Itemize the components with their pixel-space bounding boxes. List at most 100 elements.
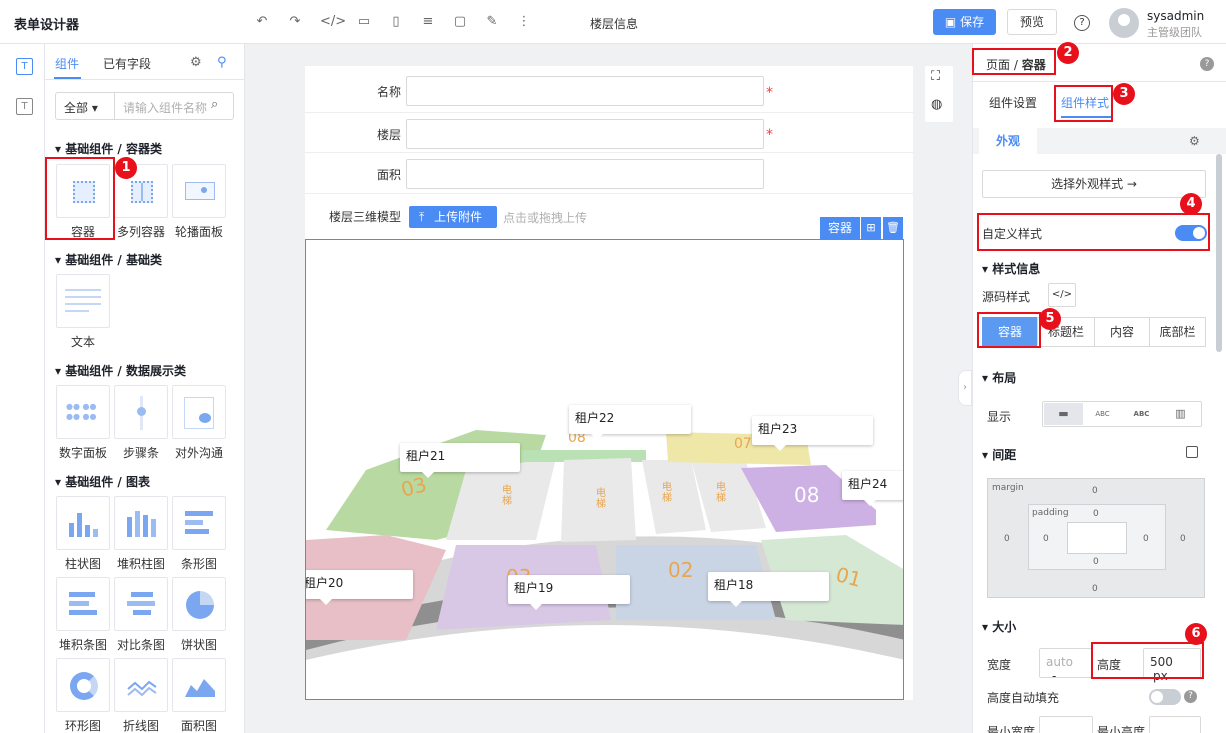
layout-title[interactable]: ▾ 布局 [982,369,1016,386]
upload-button[interactable]: ⤒ 上传附件 [409,206,497,228]
gear-icon[interactable]: ⚙ [190,55,202,70]
pin-icon[interactable]: ⚲ [217,55,227,70]
display-block-option[interactable]: ▬ [1044,403,1083,425]
category-title[interactable]: ▾ 基础组件 / 图表 [55,473,150,490]
tenant-label[interactable]: 租户24 [842,471,903,506]
component-stacked-hbar[interactable]: 堆积条图 [56,577,110,653]
padding-bottom-value[interactable]: 0 [1093,557,1099,567]
search-icon[interactable]: ⌕ [211,97,218,112]
component-stacked-bar[interactable]: 堆积柱图 [114,496,168,572]
tenant-label[interactable]: 租户23 [752,416,873,451]
margin-left-value[interactable]: 0 [1004,534,1010,544]
palette-icon[interactable]: ◍ [931,97,942,112]
margin-right-value[interactable]: 0 [1180,534,1186,544]
add-icon[interactable]: ⊞ [861,217,881,239]
sub-tab-appearance[interactable]: 外观 [979,128,1037,154]
top-bar: 表单设计器 ↶ ↷ </> ▭ ▯ ≡ ▢ ✎ ⋮ 楼层信息 ▣ 保存 预览 ?… [0,0,1226,44]
redo-icon[interactable]: ↷ [287,14,303,30]
tenant-label[interactable]: 租户22 [569,405,691,440]
component-number-panel[interactable]: ●● ●● ●● ●● 数字面板 [56,385,110,461]
tenant-label[interactable]: 租户18 [708,572,829,607]
component-pie-chart[interactable]: 饼状图 [172,577,226,653]
tab-component-settings[interactable]: 组件设置 [989,94,1037,111]
tab-existing-fields[interactable]: 已有字段 [103,55,151,72]
component-line-chart[interactable]: 折线图 [114,658,168,733]
padding-top-value[interactable]: 0 [1093,509,1099,519]
component-carousel[interactable]: 轮播面板 [172,164,226,240]
tenant-label[interactable]: 租户19 [508,575,630,610]
margin-top-value[interactable]: 0 [1092,486,1098,496]
component-bar-chart[interactable]: 柱状图 [56,496,110,572]
min-width-input[interactable] [1039,716,1093,733]
category-title[interactable]: ▾ 基础组件 / 数据展示类 [55,362,186,379]
container-tag[interactable]: 容器 [820,217,860,239]
breadcrumb-parent[interactable]: 页面 [986,58,1010,72]
floor-input[interactable] [406,119,764,149]
horizontal-bar-icon [172,496,226,550]
layout-icon[interactable]: ▯ [388,14,404,30]
custom-style-toggle[interactable] [1175,225,1207,241]
min-height-input[interactable] [1149,716,1201,733]
size-title[interactable]: ▾ 大小 [982,618,1016,635]
category-title[interactable]: ▾ 基础组件 / 容器类 [55,140,162,157]
display-flex-option[interactable]: ▥ [1161,403,1200,425]
help-icon[interactable]: ? [1074,15,1090,31]
spacing-title[interactable]: ▾ 间距 [982,446,1016,463]
tab-components[interactable]: 组件 [55,55,79,72]
selected-container[interactable]: 03 08 07 08 03 02 01 电梯 电梯 电梯 电梯 租户22 租户… [305,239,904,700]
delete-icon[interactable]: 🗑 [883,217,903,239]
category-title[interactable]: ▾ 基础组件 / 基础类 [55,251,162,268]
collapse-panel-icon[interactable]: › [958,370,972,406]
component-label: 对外沟通 [174,446,223,460]
elevator-label: 电梯 [596,488,606,510]
more-icon[interactable]: ⋮ [516,14,532,30]
fields-rail-icon[interactable]: T [16,98,33,115]
avatar[interactable] [1109,8,1139,38]
segment-footer[interactable]: 底部栏 [1149,317,1206,347]
display-inline-block-option[interactable]: ABC [1083,403,1122,425]
code-icon[interactable]: </> [320,14,346,30]
segment-content[interactable]: 内容 [1094,317,1150,347]
preview-button[interactable]: 预览 [1007,9,1057,35]
upload-hint: 点击或拖拽上传 [503,211,588,225]
component-steps[interactable]: 步骤条 [114,385,168,461]
area-input[interactable] [406,159,764,189]
auto-fill-toggle[interactable] [1149,689,1181,705]
undo-icon[interactable]: ↶ [254,14,270,30]
gear-icon[interactable]: ⚙ [1189,134,1200,148]
tenant-label[interactable]: 租户20 [306,570,413,605]
display-inline-option[interactable]: ABC [1122,403,1161,425]
display-label: 显示 [987,410,1012,424]
help-icon[interactable]: ? [1184,690,1197,703]
category-filter-select[interactable]: 全部 ▾ [55,92,115,120]
component-text[interactable]: 文本 [56,274,110,350]
component-container[interactable]: 容器 [56,164,110,240]
tab-component-style[interactable]: 组件样式 [1061,94,1109,111]
function-icon[interactable]: ▢ [452,14,468,30]
padding-left-value[interactable]: 0 [1043,534,1049,544]
database-icon[interactable]: ≡ [420,14,436,30]
segment-container[interactable]: 容器 [982,317,1038,347]
export-icon[interactable]: ▭ [356,14,372,30]
components-rail-icon[interactable]: T [16,58,33,75]
name-input[interactable] [406,76,764,106]
help-icon[interactable]: ? [1200,57,1214,71]
spacing-toggle-icon[interactable] [1186,446,1198,458]
select-frame-icon[interactable]: ⛶ [931,69,940,84]
component-external-comm[interactable]: 对外沟通 [172,385,226,461]
height-input[interactable]: 500 px [1143,648,1201,683]
scrollbar[interactable] [1216,154,1222,352]
padding-right-value[interactable]: 0 [1143,534,1149,544]
component-donut-chart[interactable]: 环形图 [56,658,110,733]
choose-style-button[interactable]: 选择外观样式 → [982,170,1206,198]
component-area-chart[interactable]: 面积图 [172,658,226,733]
save-button[interactable]: ▣ 保存 [933,9,996,35]
tenant-label[interactable]: 租户21 [400,443,520,478]
width-input[interactable]: auto - [1039,648,1093,683]
component-contrast-bar[interactable]: 对比条图 [114,577,168,653]
component-horizontal-bar[interactable]: 条形图 [172,496,226,572]
style-info-title[interactable]: ▾ 样式信息 [982,260,1040,277]
edit-icon[interactable]: ✎ [484,14,500,30]
margin-bottom-value[interactable]: 0 [1092,584,1098,594]
code-icon[interactable]: </> [1048,283,1076,307]
